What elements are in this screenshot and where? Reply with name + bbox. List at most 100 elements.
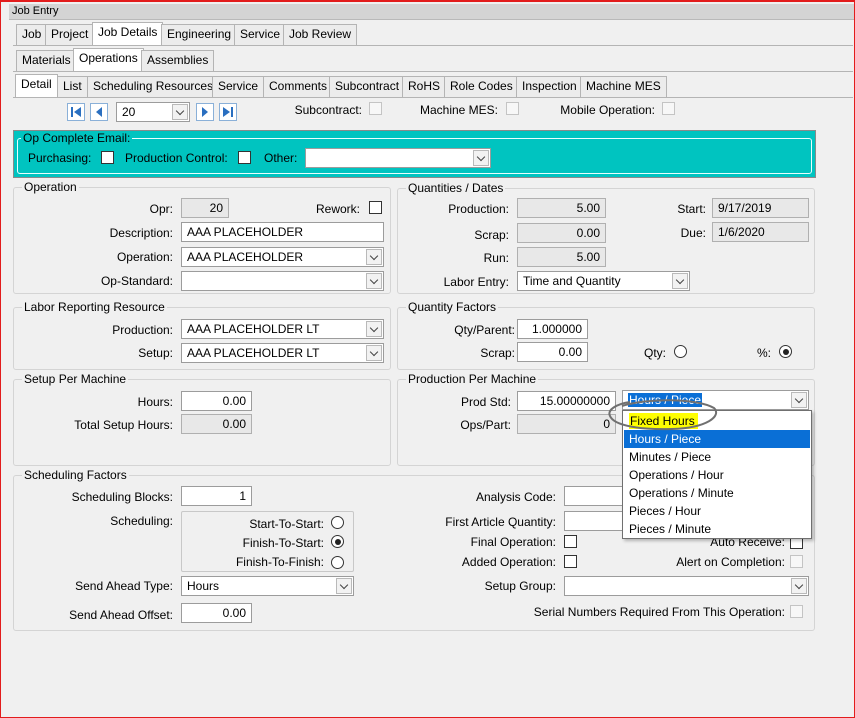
qty-factor-scrap-field[interactable]: 0.00 [517,342,588,362]
finish-to-finish-radio[interactable] [331,556,344,569]
tab-service-detail[interactable]: Service [212,76,265,97]
tab-detail[interactable]: Detail [15,74,58,97]
finish-to-start-radio[interactable] [331,535,344,548]
start-to-start-label: Start-To-Start: [249,517,324,531]
mobile-operation-checkbox[interactable] [662,102,675,115]
chevron-down-icon[interactable] [366,321,382,337]
dropdown-item-pieces-minute[interactable]: Pieces / Minute [624,520,810,538]
production-qty-field[interactable]: 5.00 [517,198,606,218]
tab-service[interactable]: Service [234,24,287,45]
labor-setup-combo-value: AAA PLACEHOLDER LT [187,346,320,360]
run-qty-field[interactable]: 5.00 [517,247,606,267]
first-article-label: First Article Quantity: [445,515,556,529]
tab-subcontract[interactable]: Subcontract [329,76,406,97]
tab-operations[interactable]: Operations [73,48,144,71]
production-control-checkbox[interactable] [238,151,251,164]
due-date-field[interactable]: 1/6/2020 [712,222,809,242]
chevron-down-icon[interactable] [336,578,352,594]
tab-inspection[interactable]: Inspection [516,76,583,97]
dropdown-item-minutes-piece[interactable]: Minutes / Piece [624,448,810,466]
chevron-down-icon[interactable] [366,249,382,265]
scheduling-blocks-field[interactable]: 1 [181,486,252,506]
last-record-button[interactable] [219,103,237,121]
rework-checkbox[interactable] [369,201,382,214]
operation-selector-value: 20 [122,105,136,119]
tab-project[interactable]: Project [45,24,95,45]
purchasing-checkbox[interactable] [101,151,114,164]
labor-production-label: Production: [112,323,173,337]
chevron-down-icon[interactable] [791,578,807,594]
start-date-field[interactable]: 9/17/2019 [712,198,809,218]
tab-job-review[interactable]: Job Review [283,24,358,45]
subcontract-checkbox[interactable] [369,102,382,115]
tab-machine-mes[interactable]: Machine MES [580,76,667,97]
first-icon [71,107,81,117]
tab-materials[interactable]: Materials [16,50,77,71]
send-ahead-type-combo[interactable]: Hours [181,576,354,596]
labor-entry-combo[interactable]: Time and Quantity [517,271,690,291]
tab-rohs[interactable]: RoHS [402,76,447,97]
run-qty-label: Run: [483,251,509,265]
qty-parent-field[interactable]: 1.000000 [517,319,588,339]
sub-tabstrip: Materials Operations Assemblies [13,48,853,72]
labor-production-combo[interactable]: AAA PLACEHOLDER LT [181,319,384,339]
scheduling-group-title: Scheduling Factors [22,468,129,482]
mobile-operation-label: Mobile Operation: [560,103,655,117]
window-title: Job Entry [9,4,854,20]
setup-group-combo[interactable] [564,576,809,596]
previous-record-button[interactable] [90,103,108,121]
dropdown-item-pieces-hour[interactable]: Pieces / Hour [624,502,810,520]
chevron-down-icon[interactable] [672,273,688,289]
serial-numbers-checkbox[interactable] [790,605,803,618]
next-record-button[interactable] [196,103,214,121]
added-operation-checkbox[interactable] [564,555,577,568]
scrap-qty-field[interactable]: 0.00 [517,223,606,243]
start-to-start-radio[interactable] [331,516,344,529]
operation-selector[interactable]: 20 [116,102,190,122]
qty-radio[interactable] [674,345,687,358]
alert-completion-checkbox[interactable] [790,555,803,568]
other-combo[interactable] [305,148,491,168]
dropdown-item-operations-hour[interactable]: Operations / Hour [624,466,810,484]
op-standard-combo[interactable] [181,271,384,291]
labor-setup-combo[interactable]: AAA PLACEHOLDER LT [181,343,384,363]
pct-radio[interactable] [779,345,792,358]
chevron-down-icon[interactable] [791,392,807,408]
op-complete-email-title: Op Complete Email: [21,131,133,145]
added-operation-label: Added Operation: [461,555,556,569]
scheduling-blocks-label: Scheduling Blocks: [71,490,173,504]
top-tabstrip: Job Project Job Details Engineering Serv… [13,22,853,46]
chevron-down-icon[interactable] [172,104,188,120]
setup-hours-field[interactable]: 0.00 [181,391,252,411]
first-record-button[interactable] [67,103,85,121]
quantities-group-title: Quantities / Dates [406,181,506,195]
chevron-down-icon[interactable] [473,150,489,166]
purchasing-label: Purchasing: [28,151,92,165]
production-machine-group-title: Production Per Machine [406,372,539,386]
machine-mes-checkbox[interactable] [506,102,519,115]
final-operation-checkbox[interactable] [564,535,577,548]
setup-group-label: Setup Group: [484,579,556,593]
tab-comments[interactable]: Comments [263,76,334,97]
chevron-down-icon[interactable] [366,345,382,361]
chevron-down-icon[interactable] [366,273,382,289]
operation-combo[interactable]: AAA PLACEHOLDER [181,247,384,267]
labor-entry-combo-value: Time and Quantity [523,274,621,288]
total-setup-hours-field[interactable]: 0.00 [181,414,252,434]
description-field[interactable]: AAA PLACEHOLDER [181,222,384,242]
op-complete-email-group: Op Complete Email: Purchasing: Productio… [13,130,816,178]
production-qty-label: Production: [448,202,509,216]
tab-engineering[interactable]: Engineering [161,24,238,45]
tab-role-codes[interactable]: Role Codes [444,76,519,97]
operation-label: Operation: [116,250,173,264]
operation-group-title: Operation [22,180,79,194]
tab-assemblies[interactable]: Assemblies [141,50,215,71]
tab-scheduling-resources[interactable]: Scheduling Resources [87,76,220,97]
tab-job-details[interactable]: Job Details [92,22,164,45]
opr-field[interactable]: 20 [181,198,229,218]
qty-radio-label: Qty: [643,346,666,360]
tab-list[interactable]: List [57,76,88,97]
send-ahead-offset-field[interactable]: 0.00 [181,603,252,623]
dropdown-item-operations-minute[interactable]: Operations / Minute [624,484,810,502]
tab-job[interactable]: Job [16,24,48,45]
